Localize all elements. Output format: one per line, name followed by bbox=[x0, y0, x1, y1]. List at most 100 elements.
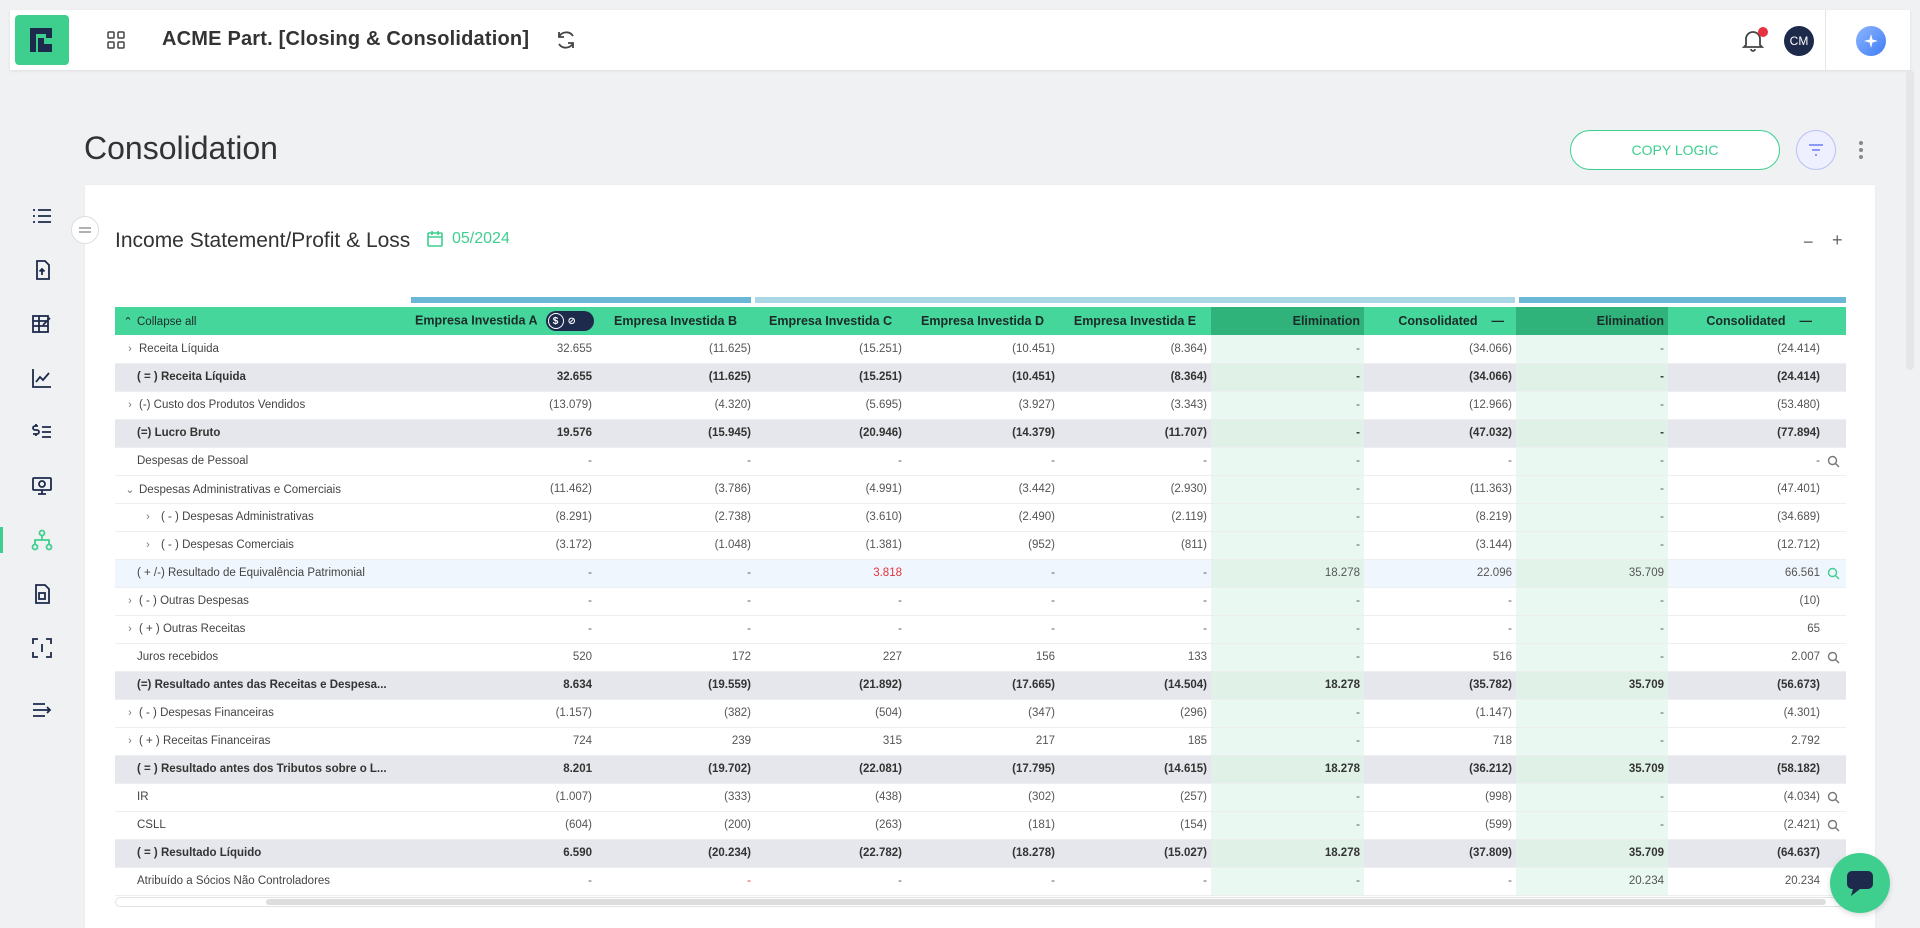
drilldown-magnifier-icon[interactable] bbox=[1827, 455, 1840, 471]
chevron-right-icon[interactable]: › bbox=[139, 511, 157, 523]
drilldown-magnifier-icon[interactable] bbox=[1827, 567, 1840, 583]
table-cell[interactable]: 227 bbox=[755, 643, 906, 672]
table-cell[interactable]: (3.144) bbox=[1364, 531, 1516, 560]
table-cell[interactable]: (263) bbox=[755, 811, 906, 840]
table-cell[interactable]: (3.786) bbox=[596, 475, 755, 504]
table-cell[interactable]: - bbox=[906, 559, 1059, 588]
table-cell[interactable]: - bbox=[755, 867, 906, 896]
table-cell[interactable]: - bbox=[1516, 783, 1668, 812]
more-options-icon[interactable] bbox=[1856, 138, 1866, 162]
table-cell[interactable]: - bbox=[1516, 587, 1668, 616]
row-label[interactable]: › Receita Líquida bbox=[115, 335, 411, 364]
table-cell[interactable]: (11.625) bbox=[596, 363, 755, 392]
table-cell[interactable]: (347) bbox=[906, 699, 1059, 728]
table-cell[interactable]: - bbox=[411, 587, 596, 616]
chevron-right-icon[interactable]: › bbox=[121, 707, 139, 719]
table-cell[interactable]: (14.504) bbox=[1059, 671, 1211, 700]
table-row[interactable]: ›( + ) Outras Receitas - - - - - - - - 65 bbox=[115, 615, 1846, 644]
column-header[interactable]: Empresa Investida E bbox=[1059, 307, 1211, 335]
table-cell[interactable]: - bbox=[1516, 419, 1668, 448]
row-label[interactable]: ( = ) Receita Líquida bbox=[115, 363, 411, 392]
table-cell[interactable]: (77.894) bbox=[1668, 419, 1846, 448]
collapse-all-button[interactable]: ⌃ Collapse all bbox=[115, 307, 411, 335]
apps-grid-icon[interactable] bbox=[106, 30, 126, 50]
table-row[interactable]: ›( - ) Despesas Financeiras (1.157) (382) (… bbox=[115, 699, 1846, 728]
nav-consolidation-hierarchy-icon[interactable] bbox=[28, 526, 56, 554]
table-cell[interactable]: - bbox=[755, 615, 906, 644]
row-label[interactable]: ›( + ) Receitas Financeiras bbox=[115, 727, 411, 756]
table-cell[interactable]: (53.480) bbox=[1668, 391, 1846, 420]
row-label[interactable]: ›( - ) Despesas Financeiras bbox=[115, 699, 411, 728]
table-cell[interactable]: (15.251) bbox=[755, 335, 906, 364]
row-label[interactable]: ( = ) Resultado Líquido bbox=[115, 839, 411, 868]
table-cell[interactable]: (14.615) bbox=[1059, 755, 1211, 784]
table-cell[interactable]: - bbox=[1211, 615, 1364, 644]
table-cell[interactable]: - bbox=[1516, 475, 1668, 504]
nav-collapse-menu-icon[interactable] bbox=[28, 696, 56, 724]
table-cell[interactable]: (1.048) bbox=[596, 531, 755, 560]
table-row[interactable]: IR (1.007) (333) (438) (302) (257) - (998) - (4.0… bbox=[115, 783, 1846, 812]
table-cell[interactable]: (2.738) bbox=[596, 503, 755, 532]
table-cell[interactable]: (3.343) bbox=[1059, 391, 1211, 420]
table-cell[interactable]: (3.610) bbox=[755, 503, 906, 532]
table-cell[interactable]: - bbox=[906, 587, 1059, 616]
copy-logic-button[interactable]: COPY LOGIC bbox=[1570, 130, 1780, 170]
table-cell[interactable]: (37.809) bbox=[1364, 839, 1516, 868]
table-cell[interactable]: (14.379) bbox=[906, 419, 1059, 448]
chevron-right-icon[interactable]: › bbox=[121, 399, 139, 411]
table-cell[interactable]: - bbox=[1516, 811, 1668, 840]
table-cell[interactable]: 172 bbox=[596, 643, 755, 672]
table-cell[interactable]: (604) bbox=[411, 811, 596, 840]
drilldown-magnifier-icon[interactable] bbox=[1827, 791, 1840, 807]
table-row[interactable]: ›( + ) Receitas Financeiras 724 239 315 217 1… bbox=[115, 727, 1846, 756]
table-cell[interactable]: (21.892) bbox=[755, 671, 906, 700]
nav-ledger-edit-icon[interactable] bbox=[28, 310, 56, 338]
table-cell[interactable]: (998) bbox=[1364, 783, 1516, 812]
column-header[interactable]: Empresa Investida B bbox=[596, 307, 755, 335]
app-logo[interactable] bbox=[15, 15, 69, 65]
table-cell[interactable]: (3.172) bbox=[411, 531, 596, 560]
table-cell[interactable]: - bbox=[1059, 587, 1211, 616]
table-cell[interactable]: (1.147) bbox=[1364, 699, 1516, 728]
table-cell[interactable]: 156 bbox=[906, 643, 1059, 672]
column-header[interactable]: Elimination bbox=[1211, 307, 1364, 335]
table-cell[interactable]: 32.655 bbox=[411, 363, 596, 392]
table-cell[interactable]: 66.561 bbox=[1668, 559, 1846, 588]
table-cell[interactable]: - bbox=[1668, 447, 1846, 476]
table-cell[interactable]: - bbox=[1516, 391, 1668, 420]
table-cell[interactable]: (12.712) bbox=[1668, 531, 1846, 560]
table-cell[interactable]: - bbox=[1211, 447, 1364, 476]
table-cell[interactable]: - bbox=[1211, 419, 1364, 448]
table-cell[interactable]: (17.795) bbox=[906, 755, 1059, 784]
table-cell[interactable]: - bbox=[1211, 363, 1364, 392]
table-cell[interactable]: 185 bbox=[1059, 727, 1211, 756]
table-cell[interactable]: - bbox=[1211, 643, 1364, 672]
table-cell[interactable]: (20.234) bbox=[596, 839, 755, 868]
drag-handle-icon[interactable] bbox=[71, 216, 99, 244]
table-row[interactable]: ( = ) Resultado Líquido 6.590 (20.234) (22.… bbox=[115, 839, 1846, 868]
table-row[interactable]: ›( - ) Outras Despesas - - - - - - - - (10) bbox=[115, 587, 1846, 616]
table-cell[interactable]: (34.689) bbox=[1668, 503, 1846, 532]
row-label[interactable]: › ( - ) Despesas Administrativas bbox=[115, 503, 411, 532]
filter-icon[interactable] bbox=[1796, 130, 1836, 170]
table-cell[interactable]: 2.792 bbox=[1668, 727, 1846, 756]
nav-expand-dollar-icon[interactable] bbox=[28, 634, 56, 662]
column-header[interactable]: Empresa Investida A $ ⊘ bbox=[411, 307, 596, 335]
column-header[interactable]: Empresa Investida D bbox=[906, 307, 1059, 335]
column-header[interactable]: Consolidated — bbox=[1668, 307, 1846, 335]
table-cell[interactable]: (56.673) bbox=[1668, 671, 1846, 700]
table-cell[interactable]: (8.291) bbox=[411, 503, 596, 532]
ai-assistant-sparkle-icon[interactable] bbox=[1856, 26, 1886, 56]
table-cell[interactable]: (64.637) bbox=[1668, 839, 1846, 868]
table-cell[interactable]: (35.782) bbox=[1364, 671, 1516, 700]
table-row[interactable]: Atribuído a Sócios Não Controladores - - - -… bbox=[115, 867, 1846, 896]
row-label[interactable]: ( = ) Resultado antes dos Tributos sobre… bbox=[115, 755, 411, 784]
table-cell[interactable]: 239 bbox=[596, 727, 755, 756]
table-cell[interactable]: (10) bbox=[1668, 587, 1846, 616]
table-cell[interactable]: - bbox=[1364, 447, 1516, 476]
table-cell[interactable]: 520 bbox=[411, 643, 596, 672]
table-cell[interactable]: 22.096 bbox=[1364, 559, 1516, 588]
table-cell[interactable]: (22.782) bbox=[755, 839, 906, 868]
table-cell[interactable]: (2.930) bbox=[1059, 475, 1211, 504]
table-cell[interactable]: 35.709 bbox=[1516, 755, 1668, 784]
